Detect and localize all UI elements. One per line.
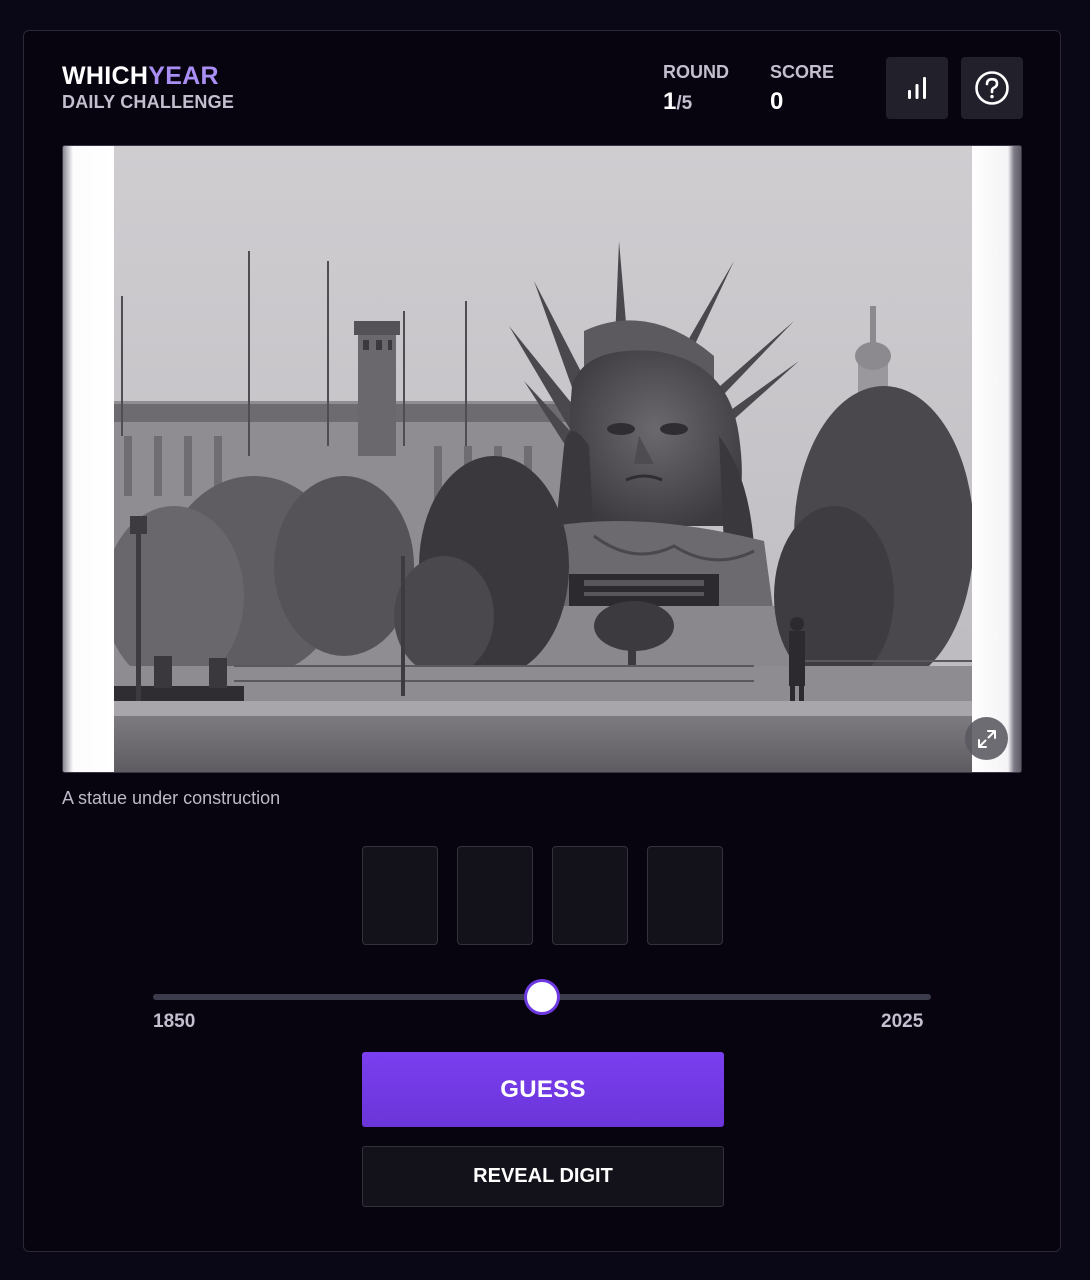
photo-caption: A statue under construction (62, 788, 281, 808)
daily-challenge-subtitle: DAILY CHALLENGE (62, 92, 235, 112)
question-circle-icon (975, 71, 1009, 105)
round-label: ROUND (663, 62, 729, 82)
digit-box-3 (552, 846, 628, 945)
round-current: 1 (663, 88, 677, 115)
photo-border-right (970, 146, 1021, 772)
expand-arrows-icon (977, 729, 996, 748)
score-counter: SCORE 0 (770, 61, 834, 116)
round-value: 1/5 (663, 88, 729, 118)
brand-word-year: YEAR (148, 62, 219, 90)
slider-thumb[interactable] (524, 979, 560, 1015)
stats-button[interactable] (886, 57, 948, 119)
digit-box-1 (362, 846, 438, 945)
slider-max-label: 2025 (881, 1011, 924, 1032)
historical-photo (114, 146, 972, 772)
help-button[interactable] (961, 57, 1023, 119)
bar-chart-icon (908, 77, 926, 99)
year-slider[interactable] (153, 979, 931, 1015)
app-logo: WHICHYEAR (62, 61, 234, 91)
digit-box-4 (647, 846, 723, 945)
brand-word-which: WHICH (62, 62, 149, 90)
guess-button[interactable]: GUESS (362, 1052, 724, 1127)
round-total: /5 (676, 93, 693, 114)
digit-box-2 (457, 846, 533, 945)
challenge-photo (62, 145, 1022, 773)
score-value: 0 (770, 88, 784, 115)
expand-photo-button[interactable] (965, 717, 1008, 760)
round-counter: ROUND 1/5 (663, 61, 729, 118)
game-card: WHICHYEAR DAILY CHALLENGE ROUND 1/5 SCOR… (23, 30, 1061, 1252)
slider-min-label: 1850 (153, 1011, 196, 1032)
reveal-digit-button[interactable]: REVEAL DIGIT (362, 1146, 724, 1207)
brand: WHICHYEAR DAILY CHALLENGE (62, 61, 234, 113)
score-label: SCORE (770, 62, 835, 82)
photo-border-left (63, 146, 114, 772)
